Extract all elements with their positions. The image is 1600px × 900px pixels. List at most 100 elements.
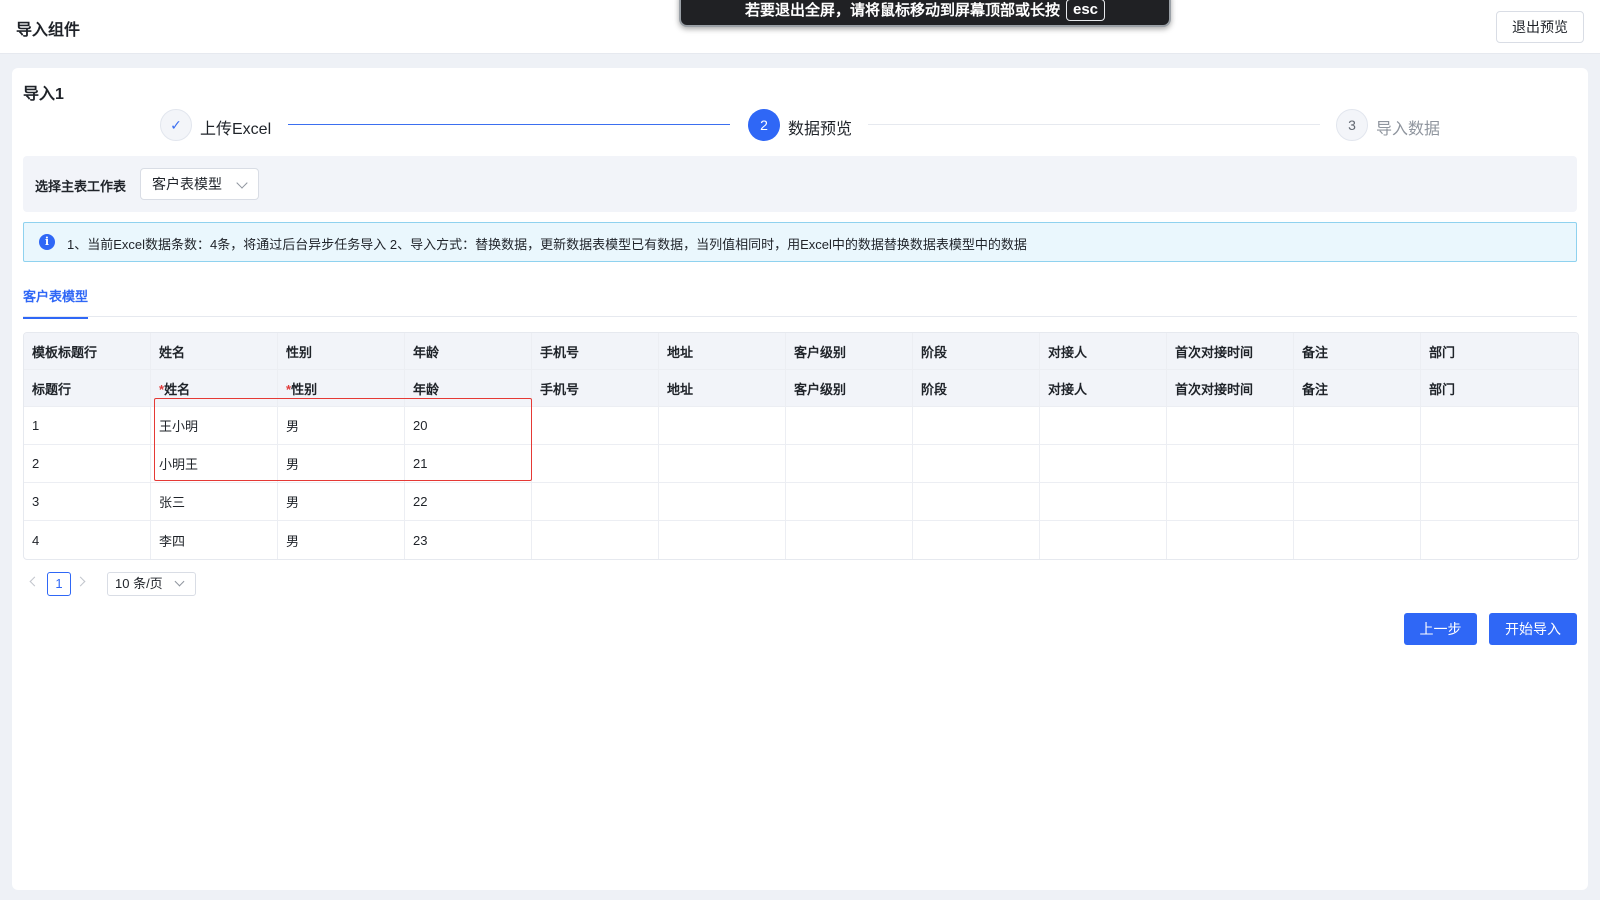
- table-cell: [1421, 445, 1578, 483]
- table-cell: 男: [278, 521, 405, 559]
- tab-customer-model[interactable]: 客户表模型: [23, 286, 89, 319]
- title-header-cell: 客户级别: [786, 370, 913, 407]
- table-cell: [1040, 407, 1167, 445]
- template-header-cell: 性别: [278, 333, 405, 370]
- title-header-cell: 地址: [659, 370, 786, 407]
- title-header-cell: 年龄: [405, 370, 532, 407]
- table-row: 2 小明王男 21: [24, 445, 1578, 483]
- chevron-down-icon: [174, 576, 185, 587]
- step-3-number: 3: [1336, 109, 1368, 141]
- table-cell: [1421, 483, 1578, 521]
- table-cell: [532, 407, 659, 445]
- import-card: 导入1 ✓ 上传Excel 2 数据预览 3 导入数据 选择主表工作表 客户表模…: [12, 68, 1588, 890]
- template-header-cell: 首次对接时间: [1167, 333, 1294, 370]
- table-row: 3 张三男 22: [24, 483, 1578, 521]
- title-header-text: 阶段: [921, 381, 948, 397]
- start-import-button[interactable]: 开始导入: [1489, 613, 1577, 645]
- card-title: 导入1: [23, 86, 64, 103]
- title-header-text: 手机号: [540, 381, 580, 397]
- template-header-row: 模板标题行 姓名 性别 年龄 手机号 地址 客户级别 阶段 对接人 首次对接时间 备注 部门: [24, 333, 1578, 370]
- table-cell: 2: [24, 445, 151, 483]
- template-header-cell: 对接人: [1040, 333, 1167, 370]
- template-header-cell: 姓名: [151, 333, 278, 370]
- title-header-row: 标题行 *姓名 *性别 年龄 手机号 地址 客户级别 阶段 对接人 首次对接时间 备注 部门: [24, 370, 1578, 407]
- template-header-cell: 手机号: [532, 333, 659, 370]
- table-cell: [659, 483, 786, 521]
- template-header-cell: 备注: [1294, 333, 1421, 370]
- template-header-cell: 阶段: [913, 333, 1040, 370]
- title-header-text: 地址: [667, 381, 694, 397]
- title-header-text: 性别: [291, 381, 318, 397]
- exit-preview-button[interactable]: 退出预览: [1496, 11, 1584, 43]
- step-connector-1: [288, 124, 730, 125]
- table-cell: 男: [278, 445, 405, 483]
- template-header-cell: 模板标题行: [24, 333, 151, 370]
- table-cell: [786, 445, 913, 483]
- template-header-cell: 地址: [659, 333, 786, 370]
- table-cell: 22: [405, 483, 532, 521]
- table-cell: 20: [405, 407, 532, 445]
- page-title: 导入组件: [16, 22, 81, 39]
- template-header-cell: 客户级别: [786, 333, 913, 370]
- table-cell: 小明王: [151, 445, 278, 483]
- esc-key-hint: esc: [1065, 0, 1106, 21]
- step-2-label: 数据预览: [788, 121, 853, 138]
- table-cell: [532, 521, 659, 559]
- title-header-text: 首次对接时间: [1175, 381, 1254, 397]
- table-cell: [913, 445, 1040, 483]
- table-cell: [1167, 521, 1294, 559]
- table-cell: [1040, 445, 1167, 483]
- title-header-text: 年龄: [413, 381, 440, 397]
- title-header-text: 姓名: [164, 381, 191, 397]
- table-cell: 21: [405, 445, 532, 483]
- table-row: 4 李四男 23: [24, 521, 1578, 559]
- fullscreen-toast-text: 若要退出全屏，请将鼠标移动到屏幕顶部或长按: [744, 2, 1060, 19]
- table-cell: [1421, 407, 1578, 445]
- table-cell: 4: [24, 521, 151, 559]
- table-cell: 23: [405, 521, 532, 559]
- table-cell: [1167, 445, 1294, 483]
- table-cell: [786, 483, 913, 521]
- title-header-cell: *性别: [278, 370, 405, 407]
- table-cell: [1294, 445, 1421, 483]
- title-header-cell: 部门: [1421, 370, 1578, 407]
- title-header-cell: 阶段: [913, 370, 1040, 407]
- step-connector-2: [868, 124, 1320, 125]
- prev-page-icon[interactable]: [29, 576, 40, 587]
- page-size-value: 10 条/页: [115, 576, 163, 591]
- table-cell: [1040, 521, 1167, 559]
- steps-bar: ✓ 上传Excel 2 数据预览 3 导入数据: [12, 108, 1588, 142]
- template-header-cell: 部门: [1421, 333, 1578, 370]
- next-page-icon[interactable]: [75, 576, 86, 587]
- template-header-cell: 年龄: [405, 333, 532, 370]
- table-cell: 张三: [151, 483, 278, 521]
- page-1-button[interactable]: 1: [47, 572, 71, 596]
- table-cell: [1294, 521, 1421, 559]
- table-cell: [532, 483, 659, 521]
- table-cell: [786, 521, 913, 559]
- table-cell: 李四: [151, 521, 278, 559]
- title-header-text: 部门: [1429, 381, 1456, 397]
- title-header-cell: 对接人: [1040, 370, 1167, 407]
- table-cell: [786, 407, 913, 445]
- step-1-check-icon: ✓: [160, 109, 192, 141]
- table-cell: [1421, 521, 1578, 559]
- chevron-down-icon: [236, 177, 248, 189]
- table-cell: [659, 445, 786, 483]
- prev-step-button[interactable]: 上一步: [1404, 613, 1477, 645]
- table-cell: [1167, 407, 1294, 445]
- page-size-select[interactable]: 10 条/页: [107, 572, 196, 596]
- table-cell: 3: [24, 483, 151, 521]
- table-cell: [913, 521, 1040, 559]
- sheet-selector-label: 选择主表工作表: [35, 179, 127, 194]
- info-icon: i: [39, 234, 55, 250]
- info-alert: i 1、当前Excel数据条数：4条，将通过后台异步任务导入 2、导入方式：替换…: [23, 222, 1577, 262]
- sheet-select[interactable]: 客户表模型: [140, 168, 259, 200]
- table-cell: [532, 445, 659, 483]
- title-header-cell: *姓名: [151, 370, 278, 407]
- title-header-cell: 标题行: [24, 370, 151, 407]
- table-cell: [1294, 483, 1421, 521]
- title-header-text: 客户级别: [794, 381, 847, 397]
- title-header-text: 备注: [1302, 381, 1329, 397]
- alert-text: 1、当前Excel数据条数：4条，将通过后台异步任务导入 2、导入方式：替换数据…: [67, 237, 1027, 252]
